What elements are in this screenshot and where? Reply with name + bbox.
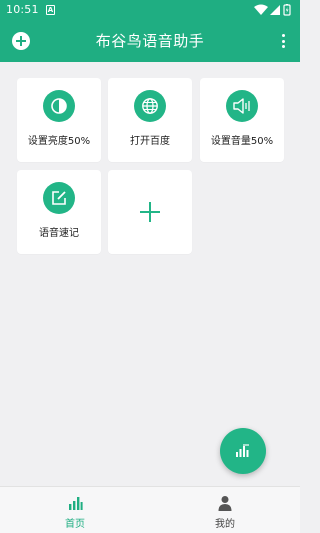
- edit-note-icon: [43, 182, 75, 214]
- command-card-voice-note[interactable]: 语音速记: [17, 170, 101, 254]
- tab-mine-label: 我的: [215, 519, 235, 530]
- brightness-icon: [43, 90, 75, 122]
- app-bar: 布谷鸟语音助手: [0, 20, 300, 62]
- wifi-icon: [254, 4, 268, 15]
- command-label: 设置音量50%: [210, 136, 274, 147]
- tab-mine[interactable]: 我的: [150, 487, 300, 533]
- tab-home-label: 首页: [65, 519, 85, 530]
- command-label: 语音速记: [39, 228, 79, 239]
- status-bar: 10:51 A: [0, 0, 300, 20]
- person-icon: [218, 496, 232, 511]
- battery-icon: [283, 4, 291, 16]
- status-icons: [254, 4, 291, 16]
- voice-bars-icon: [236, 444, 249, 457]
- plus-icon: [140, 202, 160, 222]
- volume-icon: [226, 90, 258, 122]
- more-vert-icon[interactable]: [280, 34, 286, 48]
- signal-icon: [270, 5, 280, 15]
- voice-fab-button[interactable]: [220, 428, 266, 474]
- command-label: 打开百度: [130, 136, 170, 147]
- add-command-card[interactable]: [108, 170, 192, 254]
- page-title: 布谷鸟语音助手: [95, 32, 205, 50]
- command-label: 设置亮度50%: [27, 136, 91, 147]
- globe-icon: [134, 90, 166, 122]
- voice-bars-icon: [69, 497, 83, 510]
- tab-home[interactable]: 首页: [0, 487, 150, 533]
- command-card-baidu[interactable]: 打开百度: [108, 78, 192, 162]
- status-time: 10:51: [6, 3, 39, 16]
- command-card-volume[interactable]: 设置音量50%: [200, 78, 284, 162]
- command-card-brightness[interactable]: 设置亮度50%: [17, 78, 101, 162]
- notification-icon: A: [46, 5, 55, 15]
- bottom-navigation: 首页 我的: [0, 486, 300, 533]
